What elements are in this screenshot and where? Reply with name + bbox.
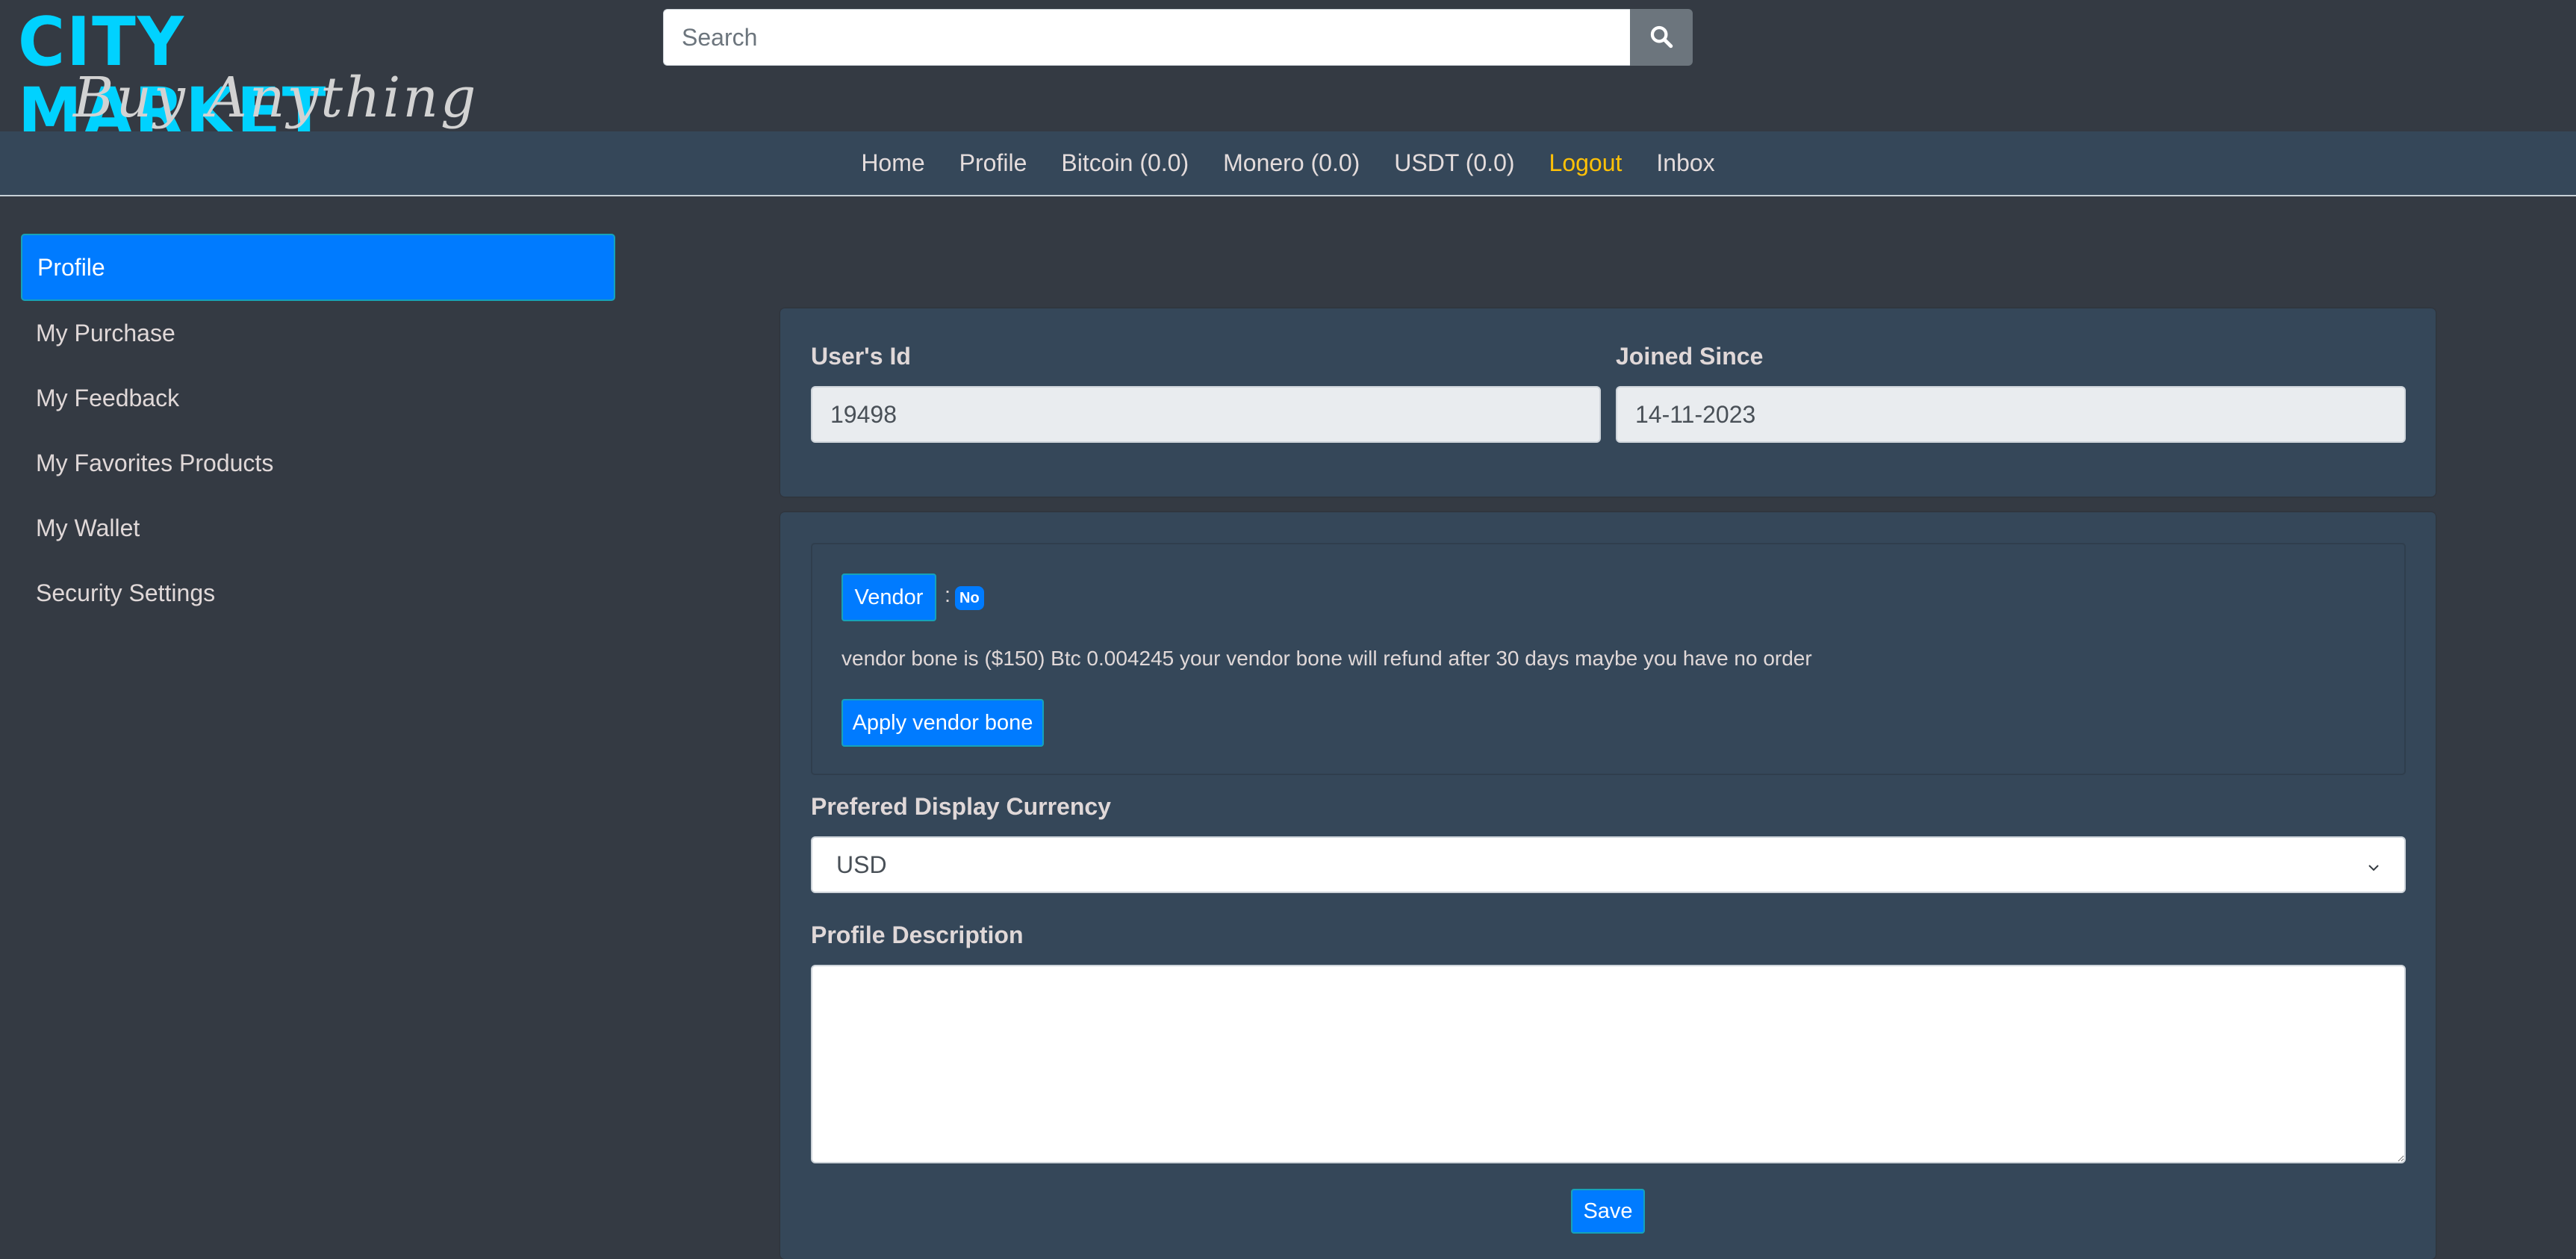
sidebar-item-profile[interactable]: Profile — [21, 234, 615, 301]
user-id-label: User's Id — [811, 343, 911, 370]
main-nav: Home Profile Bitcoin (0.0) Monero (0.0) … — [0, 131, 2576, 196]
nav-home[interactable]: Home — [861, 149, 924, 177]
vendor-info-text: vendor bone is ($150) Btc 0.004245 your … — [841, 647, 1812, 670]
save-button[interactable]: Save — [1571, 1189, 1645, 1234]
nav-profile[interactable]: Profile — [959, 149, 1027, 177]
account-info-card: User's Id Joined Since — [780, 308, 2436, 497]
logo[interactable]: CITY MARKET Buy Anything — [18, 7, 503, 149]
nav-inbox[interactable]: Inbox — [1656, 149, 1714, 177]
search-icon — [1649, 24, 1674, 52]
vendor-section: Vendor : No vendor bone is ($150) Btc 0.… — [811, 543, 2406, 775]
nav-monero[interactable]: Monero (0.0) — [1223, 149, 1360, 177]
joined-since-field[interactable] — [1616, 386, 2406, 443]
sidebar-item-my-feedback[interactable]: My Feedback — [21, 365, 615, 431]
sidebar-item-my-favorites-products[interactable]: My Favorites Products — [21, 430, 615, 496]
joined-since-label: Joined Since — [1616, 343, 1764, 370]
profile-description-input[interactable] — [811, 965, 2406, 1163]
sidebar: Profile My Purchase My Feedback My Favor… — [21, 234, 615, 625]
nav-logout[interactable]: Logout — [1549, 149, 1623, 177]
chevron-down-icon — [2367, 851, 2380, 879]
vendor-button[interactable]: Vendor — [841, 573, 936, 621]
profile-description-label: Profile Description — [811, 921, 1024, 948]
search-button[interactable] — [1630, 9, 1693, 66]
search-bar — [663, 9, 1693, 66]
profile-settings-card: Vendor : No vendor bone is ($150) Btc 0.… — [780, 512, 2436, 1259]
currency-label: Prefered Display Currency — [811, 793, 1111, 820]
header: CITY MARKET Buy Anything — [0, 0, 2576, 149]
sidebar-item-security-settings[interactable]: Security Settings — [21, 560, 615, 626]
nav-bitcoin[interactable]: Bitcoin (0.0) — [1061, 149, 1189, 177]
user-id-field[interactable] — [811, 386, 1601, 443]
logo-subtitle: Buy Anything — [73, 66, 479, 130]
currency-select[interactable]: USD — [811, 836, 2406, 893]
currency-selected-value: USD — [836, 851, 887, 878]
vendor-status-badge: No — [955, 586, 984, 610]
sidebar-item-my-wallet[interactable]: My Wallet — [21, 495, 615, 561]
nav-usdt[interactable]: USDT (0.0) — [1394, 149, 1514, 177]
sidebar-item-my-purchase[interactable]: My Purchase — [21, 300, 615, 366]
vendor-separator: : — [945, 583, 951, 607]
apply-vendor-bone-button[interactable]: Apply vendor bone — [841, 699, 1044, 747]
search-input[interactable] — [663, 9, 1630, 66]
